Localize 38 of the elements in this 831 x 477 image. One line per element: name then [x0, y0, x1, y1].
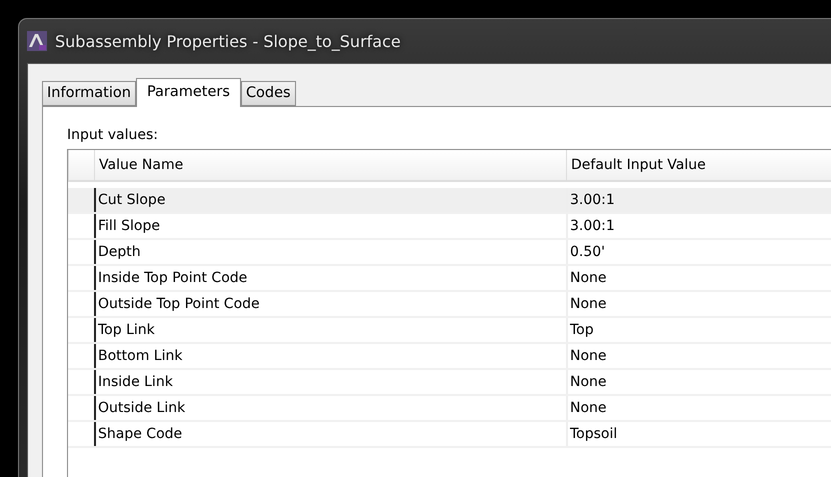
table-row[interactable]: Outside Top Point Code None [68, 292, 831, 318]
table-row[interactable]: Outside Link None [68, 396, 831, 422]
table-row[interactable]: Depth 0.50' [68, 240, 831, 266]
table-cell: Fill Slope [94, 214, 566, 238]
table-row[interactable]: Top Link Top [68, 318, 831, 344]
table-row[interactable]: Fill Slope 3.00:1 [68, 214, 831, 240]
table-cell: None [566, 370, 831, 394]
table-cell: None [566, 266, 831, 290]
table-cell: None [566, 292, 831, 316]
table-cell: Depth [94, 240, 566, 264]
table-row[interactable]: Shape Code Topsoil [68, 422, 831, 448]
tab[interactable]: Codes [240, 81, 296, 106]
table-cell: Top [566, 318, 831, 342]
table-cell: Shape Code [94, 422, 566, 446]
table-row[interactable]: Cut Slope 3.00:1 [68, 188, 831, 214]
table-cell: Outside Link [94, 396, 566, 420]
tab[interactable]: Information [42, 81, 136, 106]
table-cell: 3.00:1 [566, 214, 831, 238]
table-cell: Bottom Link [94, 344, 566, 368]
table-cell: Outside Top Point Code [94, 292, 566, 316]
table-cell: Topsoil [566, 422, 831, 446]
table-row[interactable]: Bottom Link None [68, 344, 831, 370]
window-title: Subassembly Properties - Slope_to_Surface [55, 32, 401, 50]
app-icon [27, 31, 47, 51]
column-header[interactable]: Value Name [94, 150, 566, 180]
table-cell: 0.50' [566, 240, 831, 264]
table-cell: 3.00:1 [566, 188, 831, 212]
table-row[interactable]: Inside Top Point Code None [68, 266, 831, 292]
tab[interactable]: Parameters [136, 78, 241, 107]
table-cell: Cut Slope [94, 188, 566, 212]
column-header[interactable]: Default Input Value [566, 150, 831, 180]
table-cell: Inside Top Point Code [94, 266, 566, 290]
table-row[interactable]: Inside Link None [68, 370, 831, 396]
table-cell: Top Link [94, 318, 566, 342]
table-cell: None [566, 344, 831, 368]
table-cell: Inside Link [94, 370, 566, 394]
table-cell: None [566, 396, 831, 420]
section-label: Input values: [67, 127, 159, 143]
